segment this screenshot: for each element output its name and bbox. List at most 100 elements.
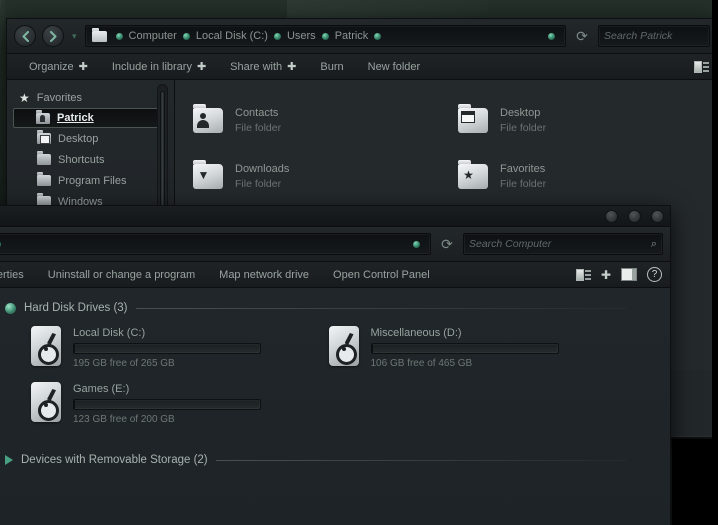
include-in-library-button[interactable]: Include in library ✚ (100, 60, 218, 73)
front-window-view-controls: ✚ ? (576, 262, 662, 287)
back-window-address-bar[interactable]: Computer Local Disk (C:) Users Patrick (85, 25, 566, 47)
downloads-folder-icon: ▼ (193, 164, 223, 189)
window-controls (605, 210, 664, 223)
group-header-hard-disk-drives[interactable]: Hard Disk Drives (3) (0, 302, 670, 314)
list-item[interactable]: Desktop File folder (452, 92, 717, 148)
back-window-search-input[interactable]: Search Patrick (598, 25, 710, 47)
front-window-search-input[interactable]: Search Computer ⌕ (463, 233, 663, 255)
hard-drive-icon (31, 326, 61, 366)
uninstall-or-change-program-button[interactable]: Uninstall or change a program (36, 269, 207, 281)
front-window-address-bar[interactable]: ter (0, 233, 431, 255)
drive-free-space: 195 GB free of 265 GB (73, 358, 261, 369)
screenshot-edge-mask-right (712, 0, 718, 525)
front-window-navbar: ter ⟳ Search Computer ⌕ (0, 227, 670, 261)
sidebar-item-patrick[interactable]: Patrick (13, 108, 166, 128)
breadcrumb-sep-icon[interactable] (183, 33, 190, 40)
view-plus-icon[interactable]: ✚ (601, 268, 611, 282)
sidebar-header-label: Favorites (37, 92, 82, 104)
breadcrumb-sep-icon[interactable] (274, 33, 281, 40)
file-name: Downloads (235, 163, 289, 175)
expanded-group-icon[interactable] (5, 303, 16, 314)
drive-item-local-disk-c[interactable]: Local Disk (C:) 195 GB free of 265 GB (31, 326, 329, 376)
sidebar-item-desktop[interactable]: Desktop (7, 128, 174, 149)
close-button[interactable] (651, 210, 664, 223)
drive-name: Miscellaneous (D:) (371, 327, 559, 339)
back-arrow-icon[interactable] (14, 25, 36, 47)
list-item[interactable]: Contacts File folder (187, 92, 452, 148)
maximize-button[interactable] (628, 210, 641, 223)
explorer-window-computer[interactable]: ter ⟳ Search Computer ⌕ roperties Uninst… (0, 205, 671, 525)
system-properties-label: roperties (0, 269, 24, 281)
screen: ▾ Computer Local Disk (C:) Users Patrick… (0, 0, 718, 525)
breadcrumb-sep-icon[interactable] (116, 33, 123, 40)
front-window-titlebar[interactable] (0, 206, 670, 227)
include-in-library-label: Include in library (112, 61, 192, 73)
forward-arrow-icon[interactable] (42, 25, 64, 47)
history-dropdown-icon[interactable]: ▾ (70, 31, 79, 42)
open-control-panel-button[interactable]: Open Control Panel (321, 269, 442, 281)
refresh-icon[interactable]: ⟳ (437, 236, 457, 253)
drive-free-space: 106 GB free of 465 GB (371, 358, 559, 369)
sidebar-item-shortcuts[interactable]: Shortcuts (7, 149, 174, 170)
organize-button[interactable]: Organize ✚ (17, 60, 100, 73)
minimize-button[interactable] (605, 210, 618, 223)
chevron-down-icon: ✚ (197, 60, 206, 73)
drive-usage-fill (74, 344, 75, 354)
drive-item-miscellaneous-d[interactable]: Miscellaneous (D:) 106 GB free of 465 GB (329, 326, 627, 376)
breadcrumb-end-icon[interactable] (413, 241, 420, 248)
list-item[interactable]: ★ Favorites File folder (452, 148, 717, 204)
drive-name: Local Disk (C:) (73, 327, 261, 339)
file-name: Desktop (500, 107, 546, 119)
sidebar-item-program-files[interactable]: Program Files (7, 170, 174, 191)
computer-content-pane[interactable]: Hard Disk Drives (3) Local Disk (C:) 195… (0, 288, 670, 525)
burn-button[interactable]: Burn (308, 61, 355, 73)
divider (216, 460, 626, 461)
drive-name: Games (E:) (73, 383, 261, 395)
front-window-command-bar: roperties Uninstall or change a program … (0, 261, 670, 288)
drive-usage-fill (372, 344, 373, 354)
refresh-icon[interactable]: ⟳ (572, 28, 592, 45)
favorites-folder-icon: ★ (458, 164, 488, 189)
view-list-icon[interactable] (694, 60, 709, 73)
search-icon[interactable]: ⌕ (651, 238, 657, 251)
help-icon[interactable]: ? (647, 267, 662, 282)
sidebar-item-label: Patrick (57, 112, 94, 124)
drive-usage-bar (371, 343, 559, 354)
list-item[interactable]: ▼ Downloads File folder (187, 148, 452, 204)
group-title: Devices with Removable Storage (2) (21, 454, 208, 466)
breadcrumb-sep-icon[interactable] (322, 33, 329, 40)
drive-usage-bar (73, 399, 261, 410)
back-window-navbar: ▾ Computer Local Disk (C:) Users Patrick… (7, 19, 717, 53)
collapsed-group-icon[interactable] (5, 455, 13, 465)
preview-pane-icon[interactable] (621, 268, 637, 281)
chevron-down-icon: ✚ (287, 60, 296, 73)
open-control-panel-label: Open Control Panel (333, 269, 430, 281)
map-network-drive-label: Map network drive (219, 269, 309, 281)
breadcrumb-local-disk[interactable]: Local Disk (C:) (194, 30, 270, 42)
sidebar-item-label: Desktop (58, 133, 98, 145)
group-header-removable-storage[interactable]: Devices with Removable Storage (2) (0, 454, 670, 466)
breadcrumb-computer[interactable]: Computer (127, 30, 179, 42)
sidebar-header-favorites[interactable]: ★ Favorites (7, 87, 174, 108)
breadcrumb-sep-icon[interactable] (374, 33, 381, 40)
star-icon: ★ (461, 167, 476, 184)
share-with-button[interactable]: Share with ✚ (218, 60, 308, 73)
drive-item-games-e[interactable]: Games (E:) 123 GB free of 200 GB (31, 382, 329, 432)
folder-icon (37, 175, 51, 186)
map-network-drive-button[interactable]: Map network drive (207, 269, 321, 281)
sidebar-item-label: Program Files (58, 175, 126, 187)
drive-free-space: 123 GB free of 200 GB (73, 414, 261, 425)
hard-drive-icon (329, 326, 359, 366)
breadcrumb-sep-icon[interactable] (0, 241, 1, 248)
contacts-folder-icon (193, 108, 223, 133)
system-properties-button[interactable]: roperties (0, 269, 36, 281)
desktop-folder-icon (458, 108, 488, 133)
organize-label: Organize (29, 61, 74, 73)
breadcrumb-patrick[interactable]: Patrick (333, 30, 371, 42)
back-window-command-bar: Organize ✚ Include in library ✚ Share wi… (7, 53, 717, 80)
view-list-icon[interactable] (576, 268, 591, 281)
new-folder-button[interactable]: New folder (356, 61, 433, 73)
star-icon: ★ (19, 92, 30, 104)
breadcrumb-users[interactable]: Users (285, 30, 318, 42)
breadcrumb-end-icon[interactable] (548, 33, 555, 40)
